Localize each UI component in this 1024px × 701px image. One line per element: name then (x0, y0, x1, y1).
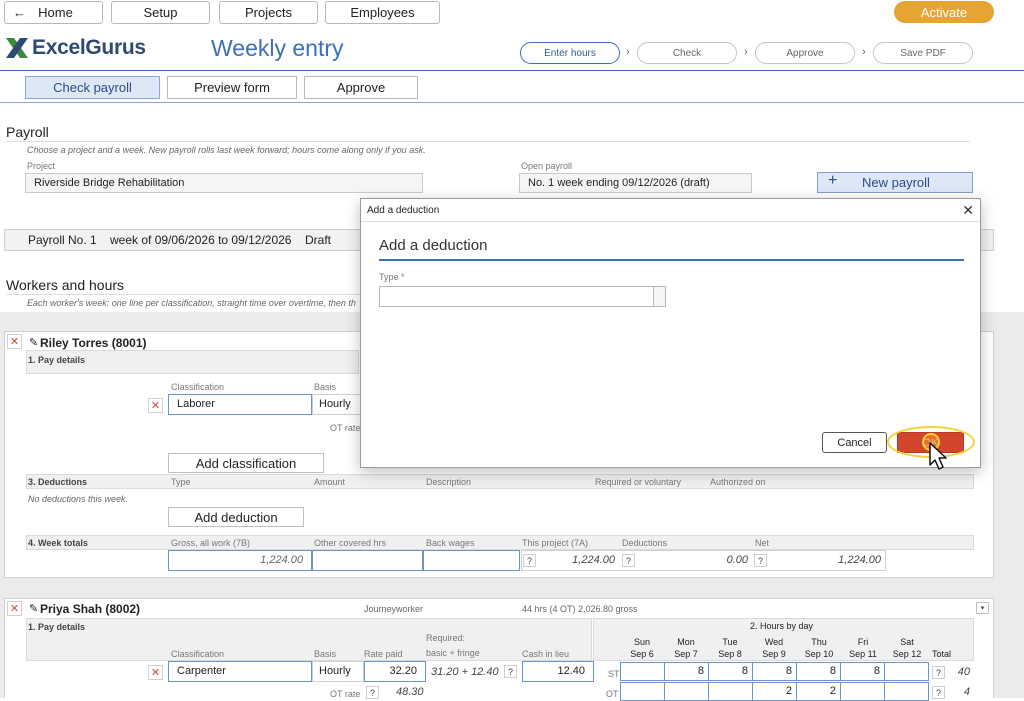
chevron-right-icon: › (744, 46, 748, 58)
open-payroll-label: Open payroll (521, 161, 573, 171)
step-approve[interactable]: Approve (755, 42, 855, 64)
ot-hour-cell[interactable] (884, 682, 929, 701)
edit-pencil-icon: ✎ (29, 337, 39, 349)
dialog-heading-rule (379, 259, 964, 261)
worker-name: Riley Torres (8001) (40, 336, 147, 350)
workers-hint: Each worker's week: one line per classif… (27, 298, 356, 308)
remove-worker-button[interactable]: ✕ (7, 601, 22, 616)
gross-field[interactable]: 1,224.00 (168, 550, 312, 571)
project-label: Project (27, 161, 56, 171)
st-hour-cell[interactable]: 8 (664, 662, 709, 681)
cash-in-lieu-field[interactable]: 12.40 (522, 661, 594, 682)
pay-details-header (26, 618, 592, 661)
st-hour-cell[interactable]: 8 (796, 662, 841, 681)
close-icon[interactable]: ✕ (962, 202, 974, 219)
payroll-hint: Choose a project and a week. New payroll… (27, 145, 426, 155)
type-select[interactable] (379, 286, 666, 307)
rate-paid-field[interactable]: 32.20 (364, 661, 426, 682)
mouse-cursor-icon (929, 442, 947, 470)
deductions-header (26, 474, 974, 489)
edit-pencil-icon: ✎ (29, 603, 39, 615)
page-title: Weekly entry (211, 35, 344, 61)
basis-field[interactable]: Hourly (312, 394, 362, 415)
chevron-down-icon[interactable]: ▾ (976, 602, 989, 614)
ot-hour-cell[interactable] (708, 682, 753, 701)
basis-field[interactable]: Hourly (312, 661, 364, 682)
cancel-button[interactable]: Cancel (822, 432, 887, 453)
st-hour-cell[interactable]: 8 (752, 662, 797, 681)
st-hour-cell[interactable] (620, 662, 665, 681)
tabs-divider (0, 102, 1024, 103)
step-check[interactable]: Check (637, 42, 737, 64)
add-deduction-button[interactable]: Add deduction (168, 507, 304, 527)
worker-name: Priya Shah (8002) (40, 602, 141, 616)
tab-check-payroll[interactable]: Check payroll (25, 76, 160, 99)
plus-icon: + (828, 172, 838, 189)
ot-hour-cell[interactable] (620, 682, 665, 701)
step-save-pdf[interactable]: Save PDF (873, 42, 973, 64)
help-icon[interactable]: ? (932, 686, 945, 699)
add-deduction-dialog: Add a deduction ✕ Add a deduction Type *… (360, 198, 981, 470)
totals-row-border (521, 550, 886, 571)
st-hour-cell[interactable] (884, 662, 929, 681)
help-icon[interactable]: ? (504, 665, 517, 678)
remove-classification-button[interactable]: ✕ (148, 665, 163, 680)
brand-name: ExcelGurus (32, 36, 146, 59)
home-button[interactable]: ← Home (4, 1, 103, 24)
ot-hour-cell[interactable]: 2 (796, 682, 841, 701)
employees-button[interactable]: Employees (325, 1, 440, 24)
ot-hour-cell[interactable] (664, 682, 709, 701)
dialog-titlebar: Add a deduction (361, 199, 980, 222)
projects-button[interactable]: Projects (219, 1, 318, 24)
st-hour-cell[interactable]: 8 (708, 662, 753, 681)
help-icon[interactable]: ? (366, 686, 379, 699)
add-classification-button[interactable]: Add classification (168, 453, 324, 473)
ot-hour-cell[interactable]: 2 (752, 682, 797, 701)
workers-title: Workers and hours (6, 277, 125, 293)
activate-button[interactable]: Activate (894, 1, 994, 23)
remove-classification-button[interactable]: ✕ (148, 398, 163, 413)
other-covered-field[interactable] (312, 550, 423, 571)
worker-card-priya: ✕ ✎ Priya Shah (8002) Journeyworker 44 h… (4, 598, 994, 701)
week-totals-header (26, 535, 974, 550)
chevron-right-icon: › (862, 46, 866, 58)
header-divider (0, 70, 1024, 71)
open-payroll-field[interactable]: No. 1 week ending 09/12/2026 (draft) (519, 173, 752, 193)
tab-approve[interactable]: Approve (304, 76, 418, 99)
project-field[interactable]: Riverside Bridge Rehabilitation (25, 173, 423, 193)
classification-field[interactable]: Carpenter (168, 661, 312, 682)
select-handle (653, 287, 665, 306)
back-arrow-icon: ← (13, 5, 26, 20)
new-payroll-button[interactable]: + New payroll (817, 172, 973, 193)
tab-preview-form[interactable]: Preview form (167, 76, 297, 99)
excel-x-icon (6, 38, 28, 58)
help-icon[interactable]: ? (932, 666, 945, 679)
brand-logo: ExcelGurus (4, 34, 146, 62)
st-hour-cell[interactable]: 8 (840, 662, 885, 681)
ot-hour-cell[interactable] (840, 682, 885, 701)
setup-button[interactable]: Setup (111, 1, 210, 24)
step-enter-hours[interactable]: Enter hours (520, 42, 620, 64)
payroll-title: Payroll (6, 124, 49, 140)
payroll-divider (6, 141, 970, 142)
remove-worker-button[interactable]: ✕ (7, 334, 22, 349)
chevron-right-icon: › (626, 46, 630, 58)
back-wages-field[interactable] (423, 550, 520, 571)
type-label: Type * (379, 272, 405, 282)
classification-field[interactable]: Laborer (168, 394, 312, 415)
dialog-heading: Add a deduction (379, 237, 488, 254)
